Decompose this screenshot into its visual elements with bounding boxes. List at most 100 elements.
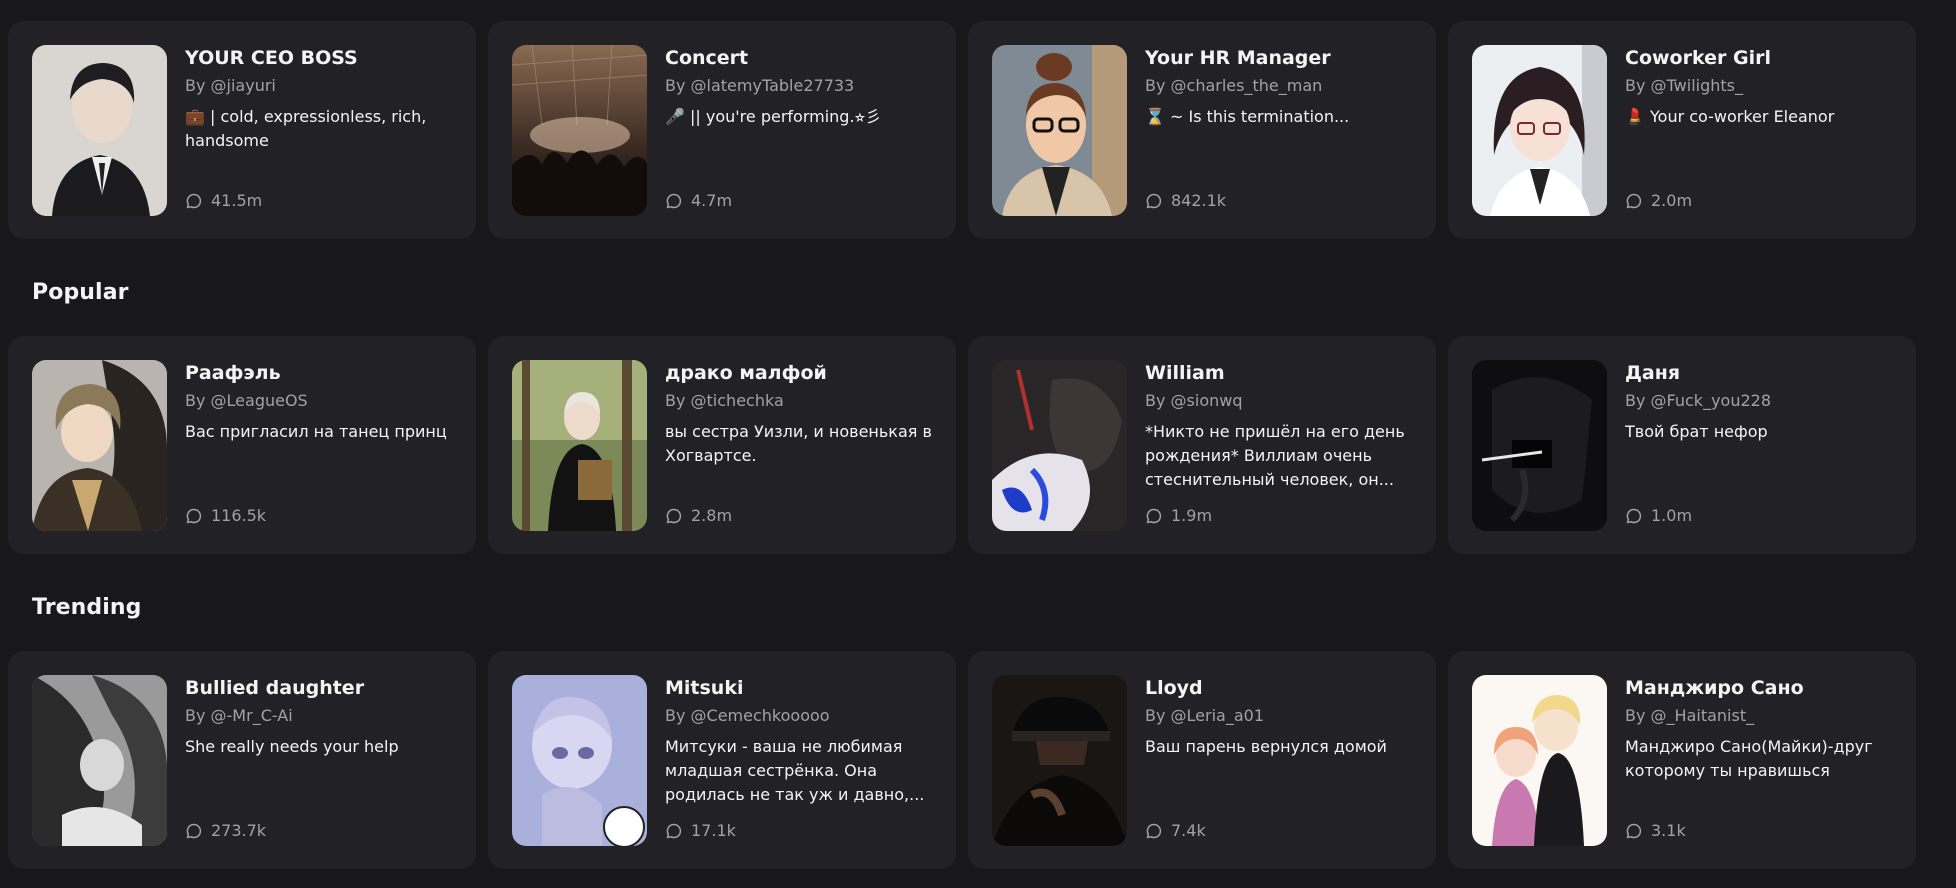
character-author[interactable]: By @Twilights_ [1625,76,1900,95]
character-name: Bullied daughter [185,677,365,699]
character-card[interactable]: Coworker Girl By @Twilights_ 💄 Your co-w… [1448,21,1916,239]
chat-bubble-icon [1145,507,1163,525]
character-author[interactable]: By @tichechka [665,391,940,410]
popular-row: Раафэль By @LeagueOS Вас пригласил на та… [8,336,1916,554]
chat-bubble-icon [1625,822,1643,840]
character-card[interactable]: William By @sionwq *Никто не пришёл на е… [968,336,1436,554]
character-card[interactable]: Раафэль By @LeagueOS Вас пригласил на та… [8,336,476,554]
chat-bubble-icon [665,507,683,525]
chat-count: 2.0m [1625,191,1692,210]
character-author[interactable]: By @Fuck_you228 [1625,391,1900,410]
character-description: Манджиро Сано(Майки)-друг которому ты нр… [1625,736,1873,780]
character-avatar [32,360,167,531]
chat-bubble-icon [1625,192,1643,210]
character-avatar [512,45,647,216]
chat-count-value: 2.8m [691,506,733,525]
chat-count-value: 842.1k [1171,191,1227,210]
character-info: Concert By @latemyTable27733 🎤 || you're… [665,45,940,129]
character-name: Даня [1625,362,1681,384]
character-description: She really needs your help [185,736,399,756]
character-author[interactable]: By @sionwq [1145,391,1420,410]
chat-count: 17.1k [665,821,736,840]
chat-count: 842.1k [1145,191,1226,210]
character-author[interactable]: By @charles_the_man [1145,76,1420,95]
character-card[interactable]: Concert By @latemyTable27733 🎤 || you're… [488,21,956,239]
character-info: Your HR Manager By @charles_the_man ⌛ ~ … [1145,45,1420,129]
chat-count: 7.4k [1145,821,1206,840]
character-info: Манджиро Сано By @_Haitanist_ Манджиро С… [1625,675,1900,783]
character-avatar [32,675,167,846]
character-description: *Никто не пришёл на его день рождения* В… [1145,421,1405,489]
character-info: драко малфой By @tichechka вы сестра Уиз… [665,360,940,468]
character-description: 🎤 || you're performing.⭐︎彡 [665,106,882,126]
character-author[interactable]: By @-Mr_C-Ai [185,706,460,725]
character-info: Mitsuki By @Cemechkooooo Митсуки - ваша … [665,675,940,807]
character-card[interactable]: Your HR Manager By @charles_the_man ⌛ ~ … [968,21,1436,239]
chat-count-value: 3.1k [1651,821,1686,840]
character-avatar [512,675,647,846]
section-title-trending: Trending [32,595,142,620]
character-description: 💄 Your co-worker Eleanor [1625,106,1835,126]
character-author[interactable]: By @latemyTable27733 [665,76,940,95]
chat-count: 41.5m [185,191,262,210]
character-avatar [1472,45,1607,216]
chat-count-value: 1.0m [1651,506,1693,525]
chat-bubble-icon [1625,507,1643,525]
character-avatar [512,360,647,531]
character-description: Ваш парень вернулся домой [1145,736,1387,756]
chat-bubble-icon [665,192,683,210]
character-avatar [32,45,167,216]
character-name: драко малфой [665,362,827,384]
chat-count: 1.0m [1625,506,1692,525]
character-description: Вас пригласил на танец принц [185,421,447,441]
character-avatar [992,675,1127,846]
chat-count-value: 1.9m [1171,506,1213,525]
character-card[interactable]: Mitsuki By @Cemechkooooo Митсуки - ваша … [488,651,956,869]
character-info: Раафэль By @LeagueOS Вас пригласил на та… [185,360,460,444]
chat-count: 273.7k [185,821,266,840]
chat-count-value: 41.5m [211,191,263,210]
character-info: YOUR CEO BOSS By @jiayuri 💼 | cold, expr… [185,45,460,153]
featured-row: YOUR CEO BOSS By @jiayuri 💼 | cold, expr… [8,21,1916,239]
character-author[interactable]: By @_Haitanist_ [1625,706,1900,725]
chat-count: 2.8m [665,506,732,525]
chat-bubble-icon [1145,822,1163,840]
character-name: Coworker Girl [1625,47,1771,69]
chat-count: 3.1k [1625,821,1686,840]
chat-bubble-icon [185,192,203,210]
character-card[interactable]: Манджиро Сано By @_Haitanist_ Манджиро С… [1448,651,1916,869]
character-avatar [1472,675,1607,846]
character-card[interactable]: драко малфой By @tichechka вы сестра Уиз… [488,336,956,554]
character-card[interactable]: YOUR CEO BOSS By @jiayuri 💼 | cold, expr… [8,21,476,239]
trending-row: Bullied daughter By @-Mr_C-Ai She really… [8,651,1916,869]
character-avatar [992,360,1127,531]
character-author[interactable]: By @LeagueOS [185,391,460,410]
character-author[interactable]: By @Leria_a01 [1145,706,1420,725]
chat-count: 116.5k [185,506,266,525]
character-card[interactable]: Lloyd By @Leria_a01 Ваш парень вернулся … [968,651,1436,869]
chat-count-value: 273.7k [211,821,267,840]
character-browse-page: YOUR CEO BOSS By @jiayuri 💼 | cold, expr… [0,0,1956,888]
character-description: вы сестра Уизли, и новенькая в Хогвартсе… [665,421,932,465]
character-avatar [992,45,1127,216]
character-card[interactable]: Даня By @Fuck_you228 Твой брат нефор 1.0… [1448,336,1916,554]
chat-bubble-icon [185,507,203,525]
chat-count: 1.9m [1145,506,1212,525]
chat-count-value: 17.1k [691,821,736,840]
chat-bubble-icon [1145,192,1163,210]
character-name: Concert [665,47,749,69]
character-avatar [1472,360,1607,531]
chat-count-value: 7.4k [1171,821,1206,840]
character-author[interactable]: By @Cemechkooooo [665,706,940,725]
character-info: Lloyd By @Leria_a01 Ваш парень вернулся … [1145,675,1420,759]
character-name: Mitsuki [665,677,744,699]
chat-count-value: 116.5k [211,506,267,525]
section-title-popular: Popular [32,280,129,305]
character-name: Your HR Manager [1145,47,1331,69]
character-info: Даня By @Fuck_you228 Твой брат нефор [1625,360,1900,444]
character-author[interactable]: By @jiayuri [185,76,460,95]
character-name: Манджиро Сано [1625,677,1804,699]
character-info: Coworker Girl By @Twilights_ 💄 Your co-w… [1625,45,1900,129]
character-card[interactable]: Bullied daughter By @-Mr_C-Ai She really… [8,651,476,869]
chat-count-value: 4.7m [691,191,733,210]
